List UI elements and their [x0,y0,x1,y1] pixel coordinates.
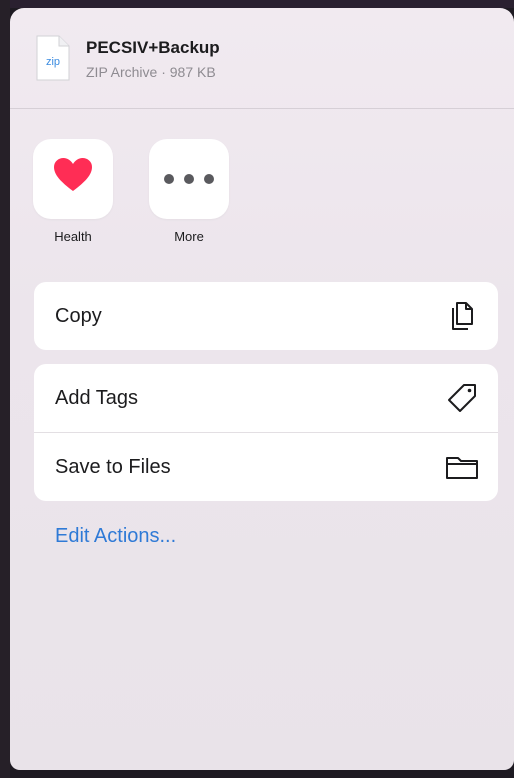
save-to-files-button[interactable]: Save to Files [34,432,498,501]
background-strip [0,0,514,8]
edit-actions-link[interactable]: Edit Actions... [55,525,176,548]
app-more-tile[interactable] [149,139,229,219]
app-health[interactable]: Health [32,139,114,244]
zip-icon-label: zip [46,56,60,68]
folder-icon [446,457,478,479]
copy-label: Copy [55,304,102,327]
add-tags-button[interactable]: Add Tags [34,364,498,432]
tag-icon [448,384,476,412]
app-health-label: Health [54,229,92,244]
add-tags-label: Add Tags [55,386,139,409]
app-more-label: More [174,229,204,244]
share-header: zip PECSIV+Backup ZIP Archive · 987 KB [10,8,514,109]
ellipsis-icon [164,174,214,184]
app-more[interactable]: More [148,139,230,244]
zip-file-icon: zip [36,35,70,81]
file-name: PECSIV+Backup [86,38,220,57]
app-health-tile[interactable] [33,139,113,219]
background-edge [0,0,10,778]
share-sheet: zip PECSIV+Backup ZIP Archive · 987 KB H… [10,8,514,770]
save-to-files-label: Save to Files [55,455,171,478]
copy-icon [452,302,473,330]
file-meta: ZIP Archive · 987 KB [86,64,216,80]
file-actions-group: Add Tags Save to Files [34,364,498,501]
copy-button[interactable]: Copy [34,282,498,350]
heart-icon [54,158,92,191]
copy-group: Copy [34,282,498,350]
